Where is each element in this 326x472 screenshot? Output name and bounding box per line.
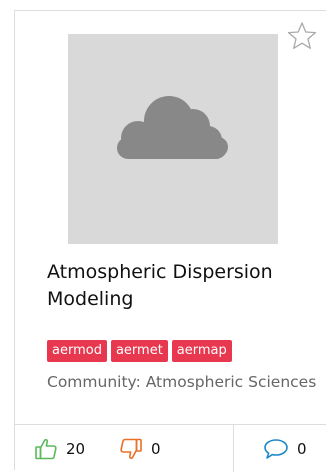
tag-aermet[interactable]: aermet bbox=[110, 340, 168, 362]
thumbnail-placeholder[interactable] bbox=[68, 34, 278, 244]
favorite-star-icon[interactable] bbox=[287, 21, 317, 51]
tag-aermap[interactable]: aermap bbox=[171, 340, 232, 362]
comment-count: 0 bbox=[297, 439, 307, 458]
card-footer: 20 0 0 bbox=[15, 424, 326, 472]
comment-button[interactable]: 0 bbox=[263, 425, 307, 472]
tag-aermod[interactable]: aermod bbox=[47, 340, 107, 362]
thumbs-down-icon bbox=[120, 438, 142, 459]
speech-bubble-icon bbox=[264, 438, 288, 459]
dislike-button[interactable]: 0 bbox=[119, 425, 161, 472]
dislike-count: 0 bbox=[151, 439, 161, 458]
like-count: 20 bbox=[66, 439, 86, 458]
card-title[interactable]: Atmospheric Dispersion Modeling bbox=[47, 259, 317, 313]
like-button[interactable]: 20 bbox=[34, 425, 85, 472]
thumbs-up-icon bbox=[35, 438, 57, 459]
tag-list: aermod aermet aermap bbox=[47, 340, 232, 362]
cloud-icon bbox=[117, 96, 228, 159]
resource-card: Atmospheric Dispersion Modeling aermod a… bbox=[14, 10, 326, 472]
footer-divider bbox=[233, 425, 234, 472]
community-label: Community: Atmospheric Sciences bbox=[47, 373, 317, 391]
